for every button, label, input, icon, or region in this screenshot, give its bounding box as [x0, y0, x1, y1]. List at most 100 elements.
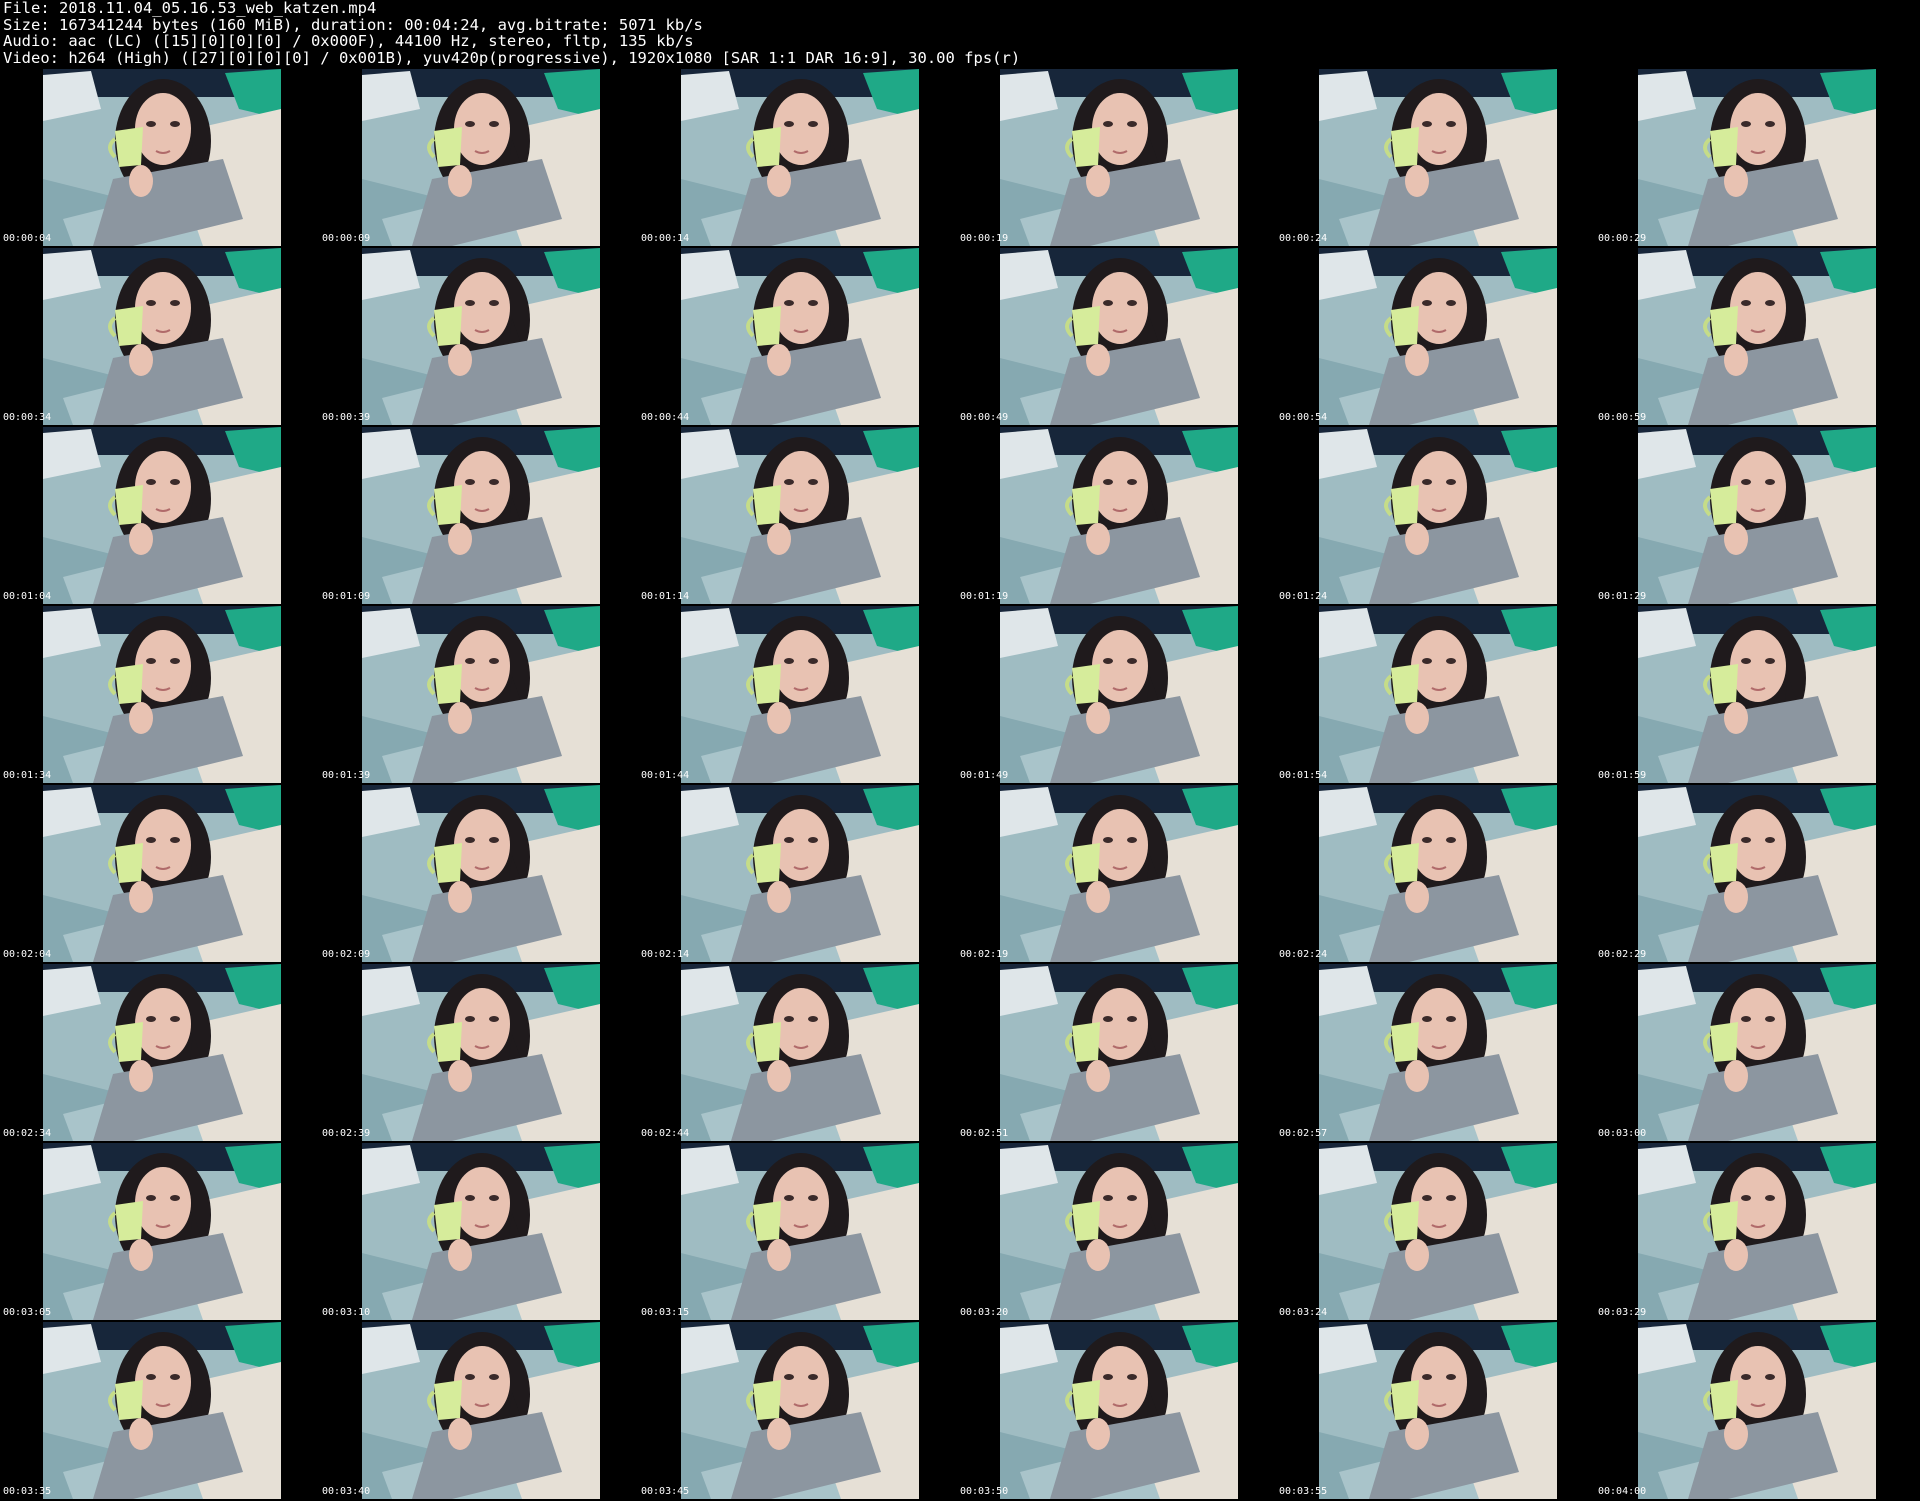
video-frame-thumbnail	[1000, 427, 1238, 604]
frame-timestamp: 00:03:50	[960, 1486, 1009, 1497]
video-frame-thumbnail	[1319, 427, 1557, 604]
video-frame-thumbnail	[681, 69, 919, 246]
thumbnail-cell: 00:03:55	[1276, 1320, 1595, 1499]
file-name-line: File: 2018.11.04_05.16.53_web_katzen.mp4	[3, 0, 377, 17]
thumbnail-cell: 00:03:00	[1595, 962, 1914, 1141]
thumbnail-cell: 00:03:10	[319, 1141, 638, 1320]
video-frame-thumbnail	[362, 964, 600, 1141]
video-frame-thumbnail	[362, 1322, 600, 1499]
thumbnail-cell: 00:02:19	[957, 783, 1276, 962]
frame-timestamp: 00:01:14	[641, 591, 690, 602]
video-frame-thumbnail	[681, 964, 919, 1141]
video-frame-thumbnail	[43, 964, 281, 1141]
video-frame-thumbnail	[681, 1143, 919, 1320]
video-frame-thumbnail	[362, 427, 600, 604]
video-frame-thumbnail	[362, 606, 600, 783]
frame-timestamp: 00:03:24	[1279, 1307, 1328, 1318]
frame-timestamp: 00:00:59	[1598, 412, 1647, 423]
thumbnail-cell: 00:01:19	[957, 425, 1276, 604]
thumbnail-cell: 00:02:04	[0, 783, 319, 962]
thumbnail-cell: 00:03:29	[1595, 1141, 1914, 1320]
thumbnail-cell: 00:03:50	[957, 1320, 1276, 1499]
thumbnail-cell: 00:01:49	[957, 604, 1276, 783]
frame-timestamp: 00:00:24	[1279, 233, 1328, 244]
video-frame-thumbnail	[1638, 248, 1876, 425]
frame-timestamp: 00:02:34	[3, 1128, 52, 1139]
thumbnail-cell: 00:01:39	[319, 604, 638, 783]
frame-timestamp: 00:00:29	[1598, 233, 1647, 244]
thumbnail-cell: 00:00:54	[1276, 246, 1595, 425]
frame-timestamp: 00:02:39	[322, 1128, 371, 1139]
video-frame-thumbnail	[1000, 964, 1238, 1141]
video-frame-thumbnail	[1319, 785, 1557, 962]
thumbnail-cell: 00:01:29	[1595, 425, 1914, 604]
video-frame-thumbnail	[362, 785, 600, 962]
thumbnail-cell: 00:02:39	[319, 962, 638, 1141]
video-frame-thumbnail	[1319, 69, 1557, 246]
thumbnail-cell: 00:03:40	[319, 1320, 638, 1499]
thumbnail-cell: 00:00:34	[0, 246, 319, 425]
video-frame-thumbnail	[1000, 1143, 1238, 1320]
video-frame-thumbnail	[43, 606, 281, 783]
frame-timestamp: 00:03:05	[3, 1307, 52, 1318]
video-frame-thumbnail	[1638, 1143, 1876, 1320]
frame-timestamp: 00:02:44	[641, 1128, 690, 1139]
thumbnail-cell: 00:02:14	[638, 783, 957, 962]
frame-timestamp: 00:00:19	[960, 233, 1009, 244]
frame-timestamp: 00:01:39	[322, 770, 371, 781]
frame-timestamp: 00:02:24	[1279, 949, 1328, 960]
video-frame-thumbnail	[43, 69, 281, 246]
frame-timestamp: 00:00:39	[322, 412, 371, 423]
video-frame-thumbnail	[43, 427, 281, 604]
frame-timestamp: 00:02:09	[322, 949, 371, 960]
frame-timestamp: 00:01:59	[1598, 770, 1647, 781]
thumbnail-cell: 00:03:15	[638, 1141, 957, 1320]
video-frame-thumbnail	[1638, 1322, 1876, 1499]
frame-timestamp: 00:02:14	[641, 949, 690, 960]
thumbnail-cell: 00:00:09	[319, 67, 638, 246]
thumbnail-cell: 00:02:44	[638, 962, 957, 1141]
video-frame-thumbnail	[1000, 606, 1238, 783]
video-info-line: Video: h264 (High) ([27][0][0][0] / 0x00…	[3, 48, 1021, 67]
thumbnail-cell: 00:02:34	[0, 962, 319, 1141]
thumbnail-cell: 00:03:35	[0, 1320, 319, 1499]
frame-timestamp: 00:03:45	[641, 1486, 690, 1497]
frame-timestamp: 00:02:19	[960, 949, 1009, 960]
frame-timestamp: 00:01:04	[3, 591, 52, 602]
video-frame-thumbnail	[681, 427, 919, 604]
frame-timestamp: 00:02:04	[3, 949, 52, 960]
frame-timestamp: 00:02:29	[1598, 949, 1647, 960]
thumbnail-cell: 00:03:20	[957, 1141, 1276, 1320]
video-frame-thumbnail	[681, 1322, 919, 1499]
thumbnail-cell: 00:04:00	[1595, 1320, 1914, 1499]
frame-timestamp: 00:03:55	[1279, 1486, 1328, 1497]
frame-timestamp: 00:03:29	[1598, 1307, 1647, 1318]
video-frame-thumbnail	[43, 785, 281, 962]
video-frame-thumbnail	[1319, 606, 1557, 783]
video-frame-thumbnail	[1319, 1322, 1557, 1499]
frame-timestamp: 00:00:44	[641, 412, 690, 423]
video-frame-thumbnail	[681, 248, 919, 425]
thumbnail-cell: 00:00:24	[1276, 67, 1595, 246]
video-frame-thumbnail	[1319, 964, 1557, 1141]
file-info-header: File: 2018.11.04_05.16.53_web_katzen.mp4…	[3, 0, 1913, 66]
thumbnail-cell: 00:03:05	[0, 1141, 319, 1320]
frame-timestamp: 00:01:44	[641, 770, 690, 781]
frame-timestamp: 00:04:00	[1598, 1486, 1647, 1497]
frame-timestamp: 00:01:29	[1598, 591, 1647, 602]
audio-info-line: Audio: aac (LC) ([15][0][0][0] / 0x000F)…	[3, 32, 694, 50]
frame-timestamp: 00:00:34	[3, 412, 52, 423]
file-size-line: Size: 167341244 bytes (160 MiB), duratio…	[3, 15, 703, 34]
video-frame-thumbnail	[1638, 427, 1876, 604]
thumbnail-cell: 00:01:09	[319, 425, 638, 604]
frame-timestamp: 00:02:51	[960, 1128, 1009, 1139]
thumbnail-cell: 00:00:04	[0, 67, 319, 246]
frame-timestamp: 00:02:57	[1279, 1128, 1328, 1139]
frame-timestamp: 00:01:09	[322, 591, 371, 602]
thumbnail-cell: 00:01:34	[0, 604, 319, 783]
video-frame-thumbnail	[1319, 1143, 1557, 1320]
video-frame-thumbnail	[362, 248, 600, 425]
frame-timestamp: 00:03:40	[322, 1486, 371, 1497]
thumbnail-cell: 00:02:57	[1276, 962, 1595, 1141]
video-frame-thumbnail	[43, 1322, 281, 1499]
